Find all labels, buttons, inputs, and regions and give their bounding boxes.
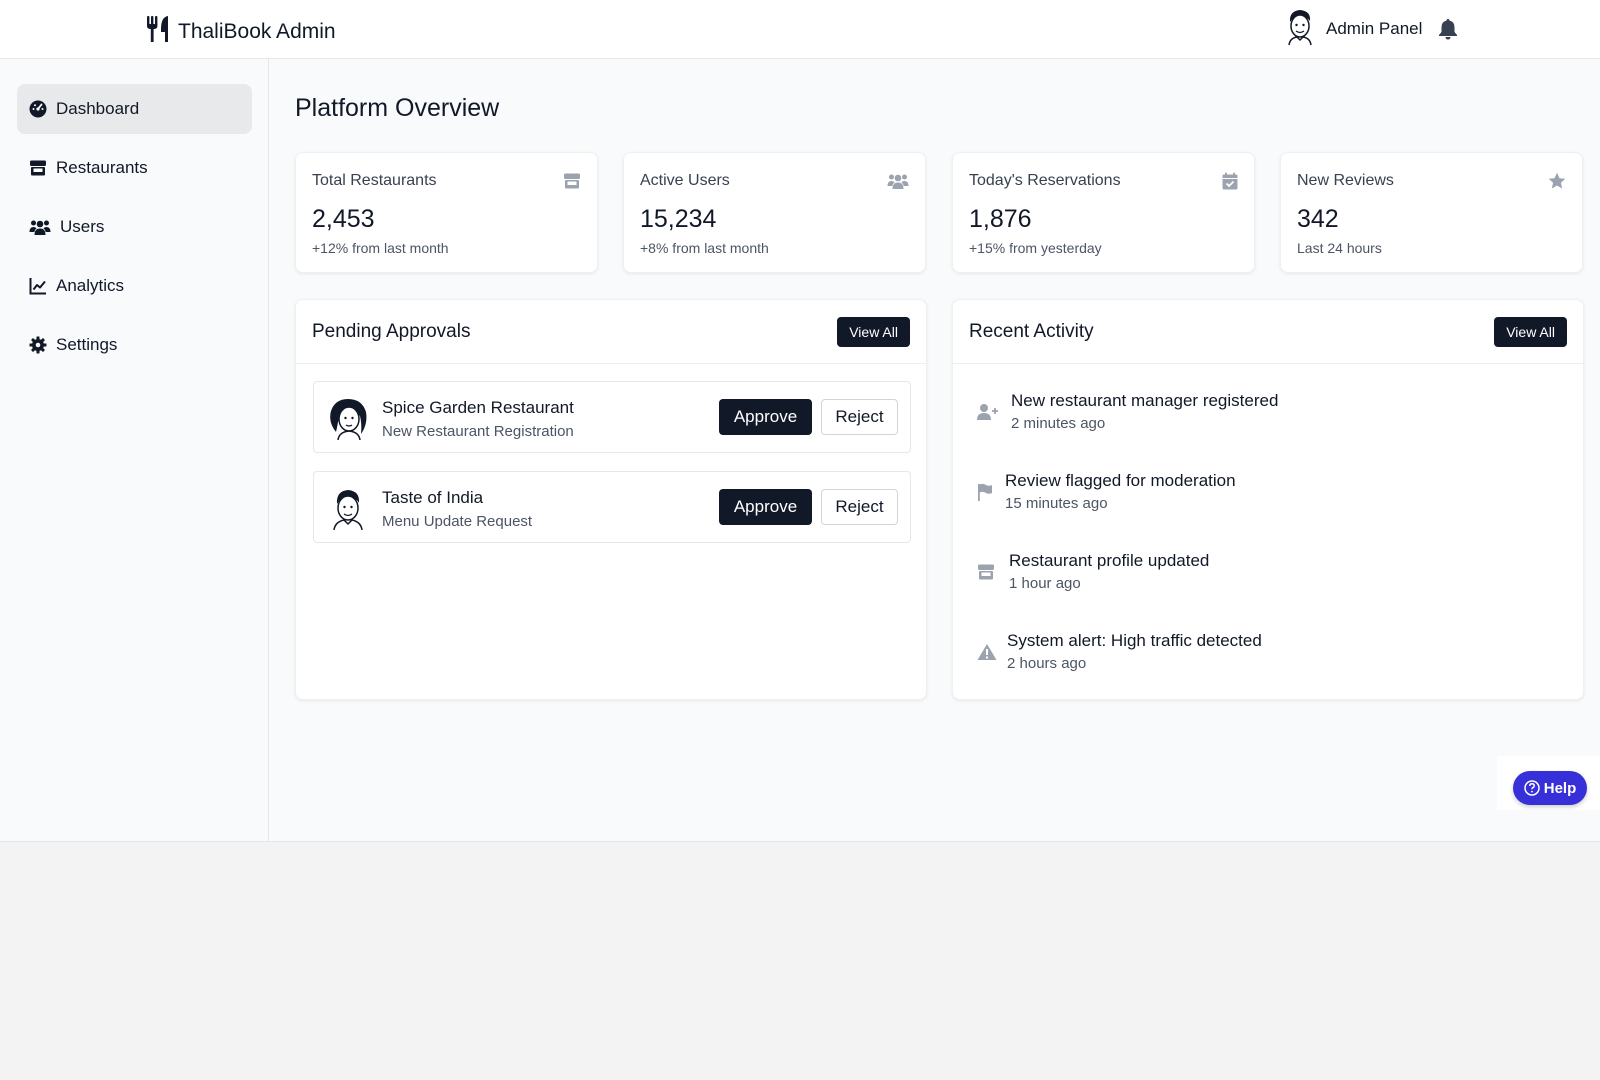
- approval-item: Taste of India Menu Update Request Appro…: [313, 471, 911, 543]
- stat-value: 342: [1297, 205, 1339, 233]
- stat-value: 1,876: [969, 205, 1032, 233]
- activity-text: New restaurant manager registered: [1011, 391, 1279, 410]
- warning-icon: [977, 643, 997, 663]
- activity-time: 2 hours ago: [1007, 655, 1087, 672]
- sidebar-item-label: Restaurants: [56, 158, 148, 177]
- panel-title: Pending Approvals: [312, 321, 471, 342]
- avatar[interactable]: [1284, 8, 1316, 51]
- restaurant-name: Spice Garden Restaurant: [382, 398, 574, 417]
- view-all-approvals-button[interactable]: View All: [837, 317, 910, 347]
- request-type: New Restaurant Registration: [382, 423, 574, 440]
- brand[interactable]: ThaliBook Admin: [146, 15, 336, 48]
- users-icon: [29, 220, 51, 235]
- gear-icon: [29, 336, 47, 354]
- sidebar-item-label: Settings: [56, 335, 118, 354]
- approval-item: Spice Garden Restaurant New Restaurant R…: [313, 381, 911, 453]
- panel-header: Recent Activity View All: [953, 300, 1583, 364]
- question-circle-icon: [1523, 780, 1540, 796]
- stat-value: 15,234: [640, 205, 717, 233]
- page-footer-area: [0, 842, 1600, 1080]
- sidebar-item-analytics[interactable]: Analytics: [17, 261, 252, 311]
- reject-button[interactable]: Reject: [821, 489, 898, 525]
- sidebar-item-restaurants[interactable]: Restaurants: [17, 143, 252, 193]
- chart-line-icon: [29, 278, 46, 295]
- admin-panel-label: Admin Panel: [1326, 19, 1423, 38]
- avatar: [326, 396, 370, 441]
- activity-time: 1 hour ago: [1009, 575, 1081, 592]
- star-icon: [1548, 172, 1566, 195]
- stat-label: Active Users: [640, 172, 730, 189]
- utensils-icon: [146, 15, 170, 48]
- stat-label: Total Restaurants: [312, 172, 437, 189]
- sidebar-item-dashboard[interactable]: Dashboard: [17, 84, 252, 134]
- store-icon: [563, 172, 581, 195]
- recent-activity-panel: Recent Activity View All New restaurant …: [952, 299, 1584, 700]
- page-title: Platform Overview: [295, 94, 500, 122]
- stat-card-new-reviews: New Reviews 342 Last 24 hours: [1280, 152, 1583, 273]
- sidebar: Dashboard Restaurants Users Analytics Se…: [0, 59, 269, 842]
- activity-text: Restaurant profile updated: [1009, 551, 1210, 570]
- stat-label: Today's Reservations: [969, 172, 1121, 189]
- flag-icon: [977, 483, 997, 503]
- calendar-check-icon: [1222, 172, 1238, 195]
- stat-card-total-restaurants: Total Restaurants 2,453 +12% from last m…: [295, 152, 598, 273]
- gauge-icon: [29, 100, 47, 118]
- stat-change: Last 24 hours: [1297, 240, 1382, 256]
- stat-change: +12% from last month: [312, 240, 449, 256]
- request-type: Menu Update Request: [382, 513, 533, 530]
- restaurant-name: Taste of India: [382, 488, 484, 507]
- users-icon: [887, 172, 909, 195]
- view-all-activity-button[interactable]: View All: [1494, 317, 1567, 347]
- admin-profile: Admin Panel: [1284, 8, 1458, 51]
- store-icon: [30, 160, 46, 176]
- avatar: [326, 486, 370, 531]
- pending-approvals-panel: Pending Approvals View All Spice Garden …: [295, 299, 927, 700]
- store-icon: [977, 563, 997, 583]
- brand-name: ThaliBook Admin: [178, 19, 336, 43]
- stat-change: +15% from yesterday: [969, 240, 1102, 256]
- bell-icon[interactable]: [1438, 18, 1458, 40]
- sidebar-item-users[interactable]: Users: [17, 202, 252, 252]
- stat-change: +8% from last month: [640, 240, 769, 256]
- top-bar: ThaliBook Admin Admin Panel: [0, 0, 1600, 59]
- help-button[interactable]: Help: [1513, 771, 1587, 805]
- help-label: Help: [1543, 779, 1577, 797]
- sidebar-item-settings[interactable]: Settings: [17, 320, 252, 370]
- sidebar-item-label: Users: [60, 217, 105, 236]
- activity-time: 2 minutes ago: [1011, 415, 1106, 432]
- panel-title: Recent Activity: [969, 321, 1094, 342]
- approve-button[interactable]: Approve: [719, 489, 812, 525]
- stat-card-active-users: Active Users 15,234 +8% from last month: [623, 152, 926, 273]
- stat-value: 2,453: [312, 205, 375, 233]
- help-widget: Help: [1497, 756, 1600, 810]
- approve-button[interactable]: Approve: [719, 399, 812, 435]
- activity-time: 15 minutes ago: [1005, 495, 1108, 512]
- user-plus-icon: [977, 403, 998, 423]
- reject-button[interactable]: Reject: [821, 399, 898, 435]
- panel-header: Pending Approvals View All: [296, 300, 926, 364]
- stat-label: New Reviews: [1297, 172, 1394, 189]
- sidebar-item-label: Analytics: [56, 276, 125, 295]
- stat-card-todays-reservations: Today's Reservations 1,876 +15% from yes…: [952, 152, 1255, 273]
- activity-text: Review flagged for moderation: [1005, 471, 1236, 490]
- activity-text: System alert: High traffic detected: [1007, 631, 1262, 650]
- sidebar-item-label: Dashboard: [56, 99, 140, 118]
